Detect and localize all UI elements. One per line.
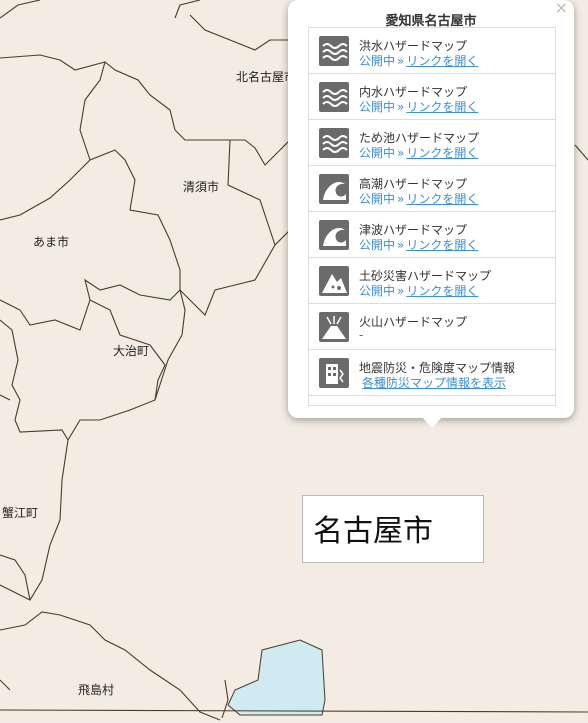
storm-surge-icon bbox=[319, 174, 349, 204]
inland-flood-icon bbox=[319, 82, 349, 112]
status-label: 公開中 bbox=[359, 192, 396, 206]
open-link[interactable]: リンクを開く bbox=[406, 238, 478, 252]
list-item-earthquake: 地震防災・危険度マップ情報 各種防災マップ情報を表示 bbox=[309, 350, 555, 396]
town-label-kitanagoya: 北名古屋市 bbox=[236, 70, 297, 84]
separator: » bbox=[397, 100, 405, 114]
flood-icon bbox=[319, 36, 349, 66]
landslide-icon bbox=[319, 266, 349, 296]
town-label-tobishima: 飛島村 bbox=[78, 683, 115, 697]
city-label-box: 名古屋市 bbox=[302, 495, 484, 563]
open-link[interactable]: リンクを開く bbox=[406, 192, 478, 206]
hazard-map-popup: × 愛知県名古屋市 洪水ハザードマップ 公開中» リンクを開く 内水ハザードマップ… bbox=[288, 0, 574, 418]
earthquake-icon bbox=[319, 358, 349, 388]
separator: » bbox=[397, 284, 405, 298]
city-label: 名古屋市 bbox=[313, 514, 433, 549]
list-item-landslide: 土砂災害ハザードマップ 公開中» リンクを開く bbox=[309, 258, 555, 304]
open-link[interactable]: リンクを開く bbox=[406, 54, 478, 68]
status-label: 公開中 bbox=[359, 284, 396, 298]
pond-icon bbox=[319, 128, 349, 158]
list-item-volcano: 火山ハザードマップ - bbox=[309, 304, 555, 350]
town-label-kanie: 蟹江町 bbox=[2, 506, 39, 520]
status-label: 公開中 bbox=[359, 54, 396, 68]
open-link[interactable]: 各種防災マップ情報を表示 bbox=[362, 376, 506, 390]
town-label-ama: あま市 bbox=[33, 235, 70, 249]
list-item-storm-surge: 高潮ハザードマップ 公開中» リンクを開く bbox=[309, 166, 555, 212]
separator: » bbox=[397, 192, 405, 206]
popup-pointer bbox=[421, 416, 443, 428]
list-item-flood: 洪水ハザードマップ 公開中» リンクを開く bbox=[309, 28, 555, 74]
separator: » bbox=[397, 146, 405, 160]
separator: » bbox=[397, 238, 405, 252]
status-label: 公開中 bbox=[359, 146, 396, 160]
separator: » bbox=[397, 54, 405, 68]
status-label: 公開中 bbox=[359, 100, 396, 114]
town-label-oharu: 大治町 bbox=[113, 344, 150, 358]
open-link[interactable]: リンクを開く bbox=[406, 284, 478, 298]
open-link[interactable]: リンクを開く bbox=[406, 100, 478, 114]
list-item-pond: ため池ハザードマップ 公開中» リンクを開く bbox=[309, 120, 555, 166]
hazard-map-list[interactable]: 洪水ハザードマップ 公開中» リンクを開く 内水ハザードマップ 公開中» リンクを開… bbox=[308, 27, 556, 406]
item-title: 火山ハザードマップ bbox=[359, 315, 468, 329]
list-item-tsunami: 津波ハザードマップ 公開中» リンクを開く bbox=[309, 212, 555, 258]
not-available-dash: - bbox=[359, 328, 364, 342]
volcano-icon bbox=[319, 312, 349, 342]
tsunami-icon bbox=[319, 220, 349, 250]
status-label: 公開中 bbox=[359, 238, 396, 252]
list-item-inland-flood: 内水ハザードマップ 公開中» リンクを開く bbox=[309, 74, 555, 120]
town-label-kiyosu: 清須市 bbox=[183, 180, 220, 194]
open-link[interactable]: リンクを開く bbox=[406, 146, 478, 160]
